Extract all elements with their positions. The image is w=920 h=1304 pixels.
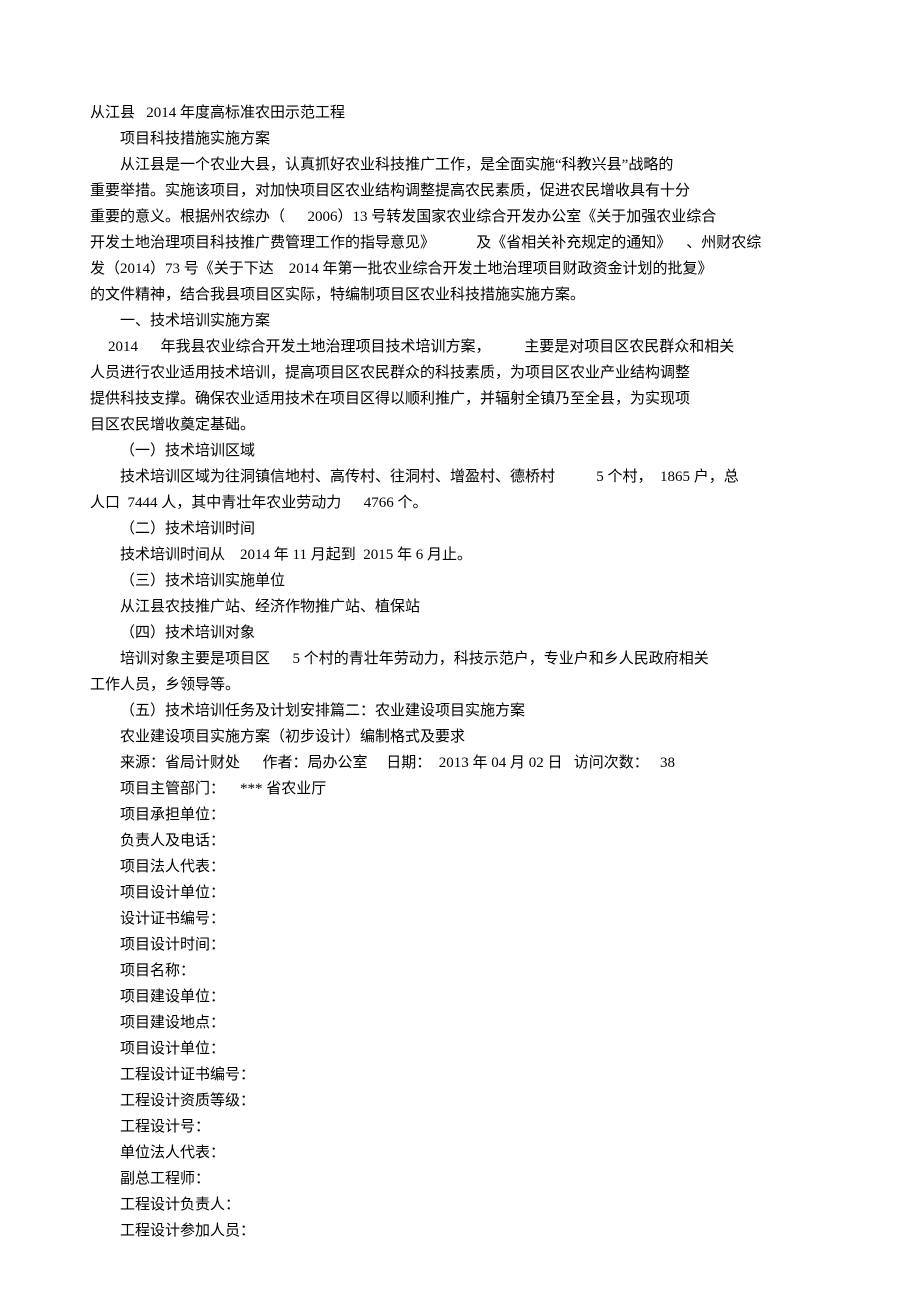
text-line: 技术培训时间从 2014 年 11 月起到 2015 年 6 月止。 bbox=[90, 542, 830, 568]
text-line: 副总工程师： bbox=[90, 1166, 830, 1192]
text-line: 负责人及电话： bbox=[90, 828, 830, 854]
text-line: 工程设计参加人员： bbox=[90, 1218, 830, 1244]
text-line: 项目设计时间： bbox=[90, 932, 830, 958]
text-line: 人口 7444 人，其中青壮年农业劳动力 4766 个。 bbox=[90, 490, 830, 516]
text-line: 从江县农技推广站、经济作物推广站、植保站 bbox=[90, 594, 830, 620]
text-line: 项目建设地点： bbox=[90, 1010, 830, 1036]
text-line: 提供科技支撑。确保农业适用技术在项目区得以顺利推广，并辐射全镇乃至全县，为实现项 bbox=[90, 386, 830, 412]
text-line: 2014 年我县农业综合开发土地治理项目技术培训方案， 主要是对项目区农民群众和… bbox=[90, 334, 830, 360]
text-line: 开发土地治理项目科技推广费管理工作的指导意见》 及《省相关补充规定的通知》 、州… bbox=[90, 230, 830, 256]
text-line: 工程设计号： bbox=[90, 1114, 830, 1140]
text-line: 项目科技措施实施方案 bbox=[90, 126, 830, 152]
text-line: 发（2014）73 号《关于下达 2014 年第一批农业综合开发土地治理项目财政… bbox=[90, 256, 830, 282]
text-line: 重要举措。实施该项目，对加快项目区农业结构调整提高农民素质，促进农民增收具有十分 bbox=[90, 178, 830, 204]
text-line: 项目承担单位： bbox=[90, 802, 830, 828]
text-line: 工程设计资质等级： bbox=[90, 1088, 830, 1114]
text-line: 技术培训区域为往洞镇信地村、高传村、往洞村、增盈村、德桥村 5 个村， 1865… bbox=[90, 464, 830, 490]
text-line: 项目设计单位： bbox=[90, 1036, 830, 1062]
text-line: （二）技术培训时间 bbox=[90, 516, 830, 542]
text-line: 工作人员，乡领导等。 bbox=[90, 672, 830, 698]
text-line: 工程设计负责人： bbox=[90, 1192, 830, 1218]
text-line: 工程设计证书编号： bbox=[90, 1062, 830, 1088]
text-line: 设计证书编号： bbox=[90, 906, 830, 932]
text-line: （五）技术培训任务及计划安排篇二：农业建设项目实施方案 bbox=[90, 698, 830, 724]
text-line: 项目主管部门： *** 省农业厅 bbox=[90, 776, 830, 802]
text-line: 一、技术培训实施方案 bbox=[90, 308, 830, 334]
text-line: （三）技术培训实施单位 bbox=[90, 568, 830, 594]
text-line: （一）技术培训区域 bbox=[90, 438, 830, 464]
text-line: 来源：省局计财处 作者：局办公室 日期： 2013 年 04 月 02 日 访问… bbox=[90, 750, 830, 776]
text-line: 项目设计单位： bbox=[90, 880, 830, 906]
text-line: 项目建设单位： bbox=[90, 984, 830, 1010]
text-line: （四）技术培训对象 bbox=[90, 620, 830, 646]
text-line: 目区农民增收奠定基础。 bbox=[90, 412, 830, 438]
text-line: 人员进行农业适用技术培训，提高项目区农民群众的科技素质，为项目区农业产业结构调整 bbox=[90, 360, 830, 386]
text-line: 农业建设项目实施方案（初步设计）编制格式及要求 bbox=[90, 724, 830, 750]
text-line: 从江县是一个农业大县，认真抓好农业科技推广工作，是全面实施“科教兴县”战略的 bbox=[90, 152, 830, 178]
text-line: 从江县 2014 年度高标准农田示范工程 bbox=[90, 100, 830, 126]
document-page: 从江县 2014 年度高标准农田示范工程项目科技措施实施方案从江县是一个农业大县… bbox=[0, 0, 920, 1304]
text-line: 项目名称： bbox=[90, 958, 830, 984]
text-line: 重要的意义。根据州农综办（ 2006）13 号转发国家农业综合开发办公室《关于加… bbox=[90, 204, 830, 230]
text-line: 单位法人代表： bbox=[90, 1140, 830, 1166]
text-line: 项目法人代表： bbox=[90, 854, 830, 880]
text-line: 培训对象主要是项目区 5 个村的青壮年劳动力，科技示范户，专业户和乡人民政府相关 bbox=[90, 646, 830, 672]
text-line: 的文件精神，结合我县项目区实际，特编制项目区农业科技措施实施方案。 bbox=[90, 282, 830, 308]
